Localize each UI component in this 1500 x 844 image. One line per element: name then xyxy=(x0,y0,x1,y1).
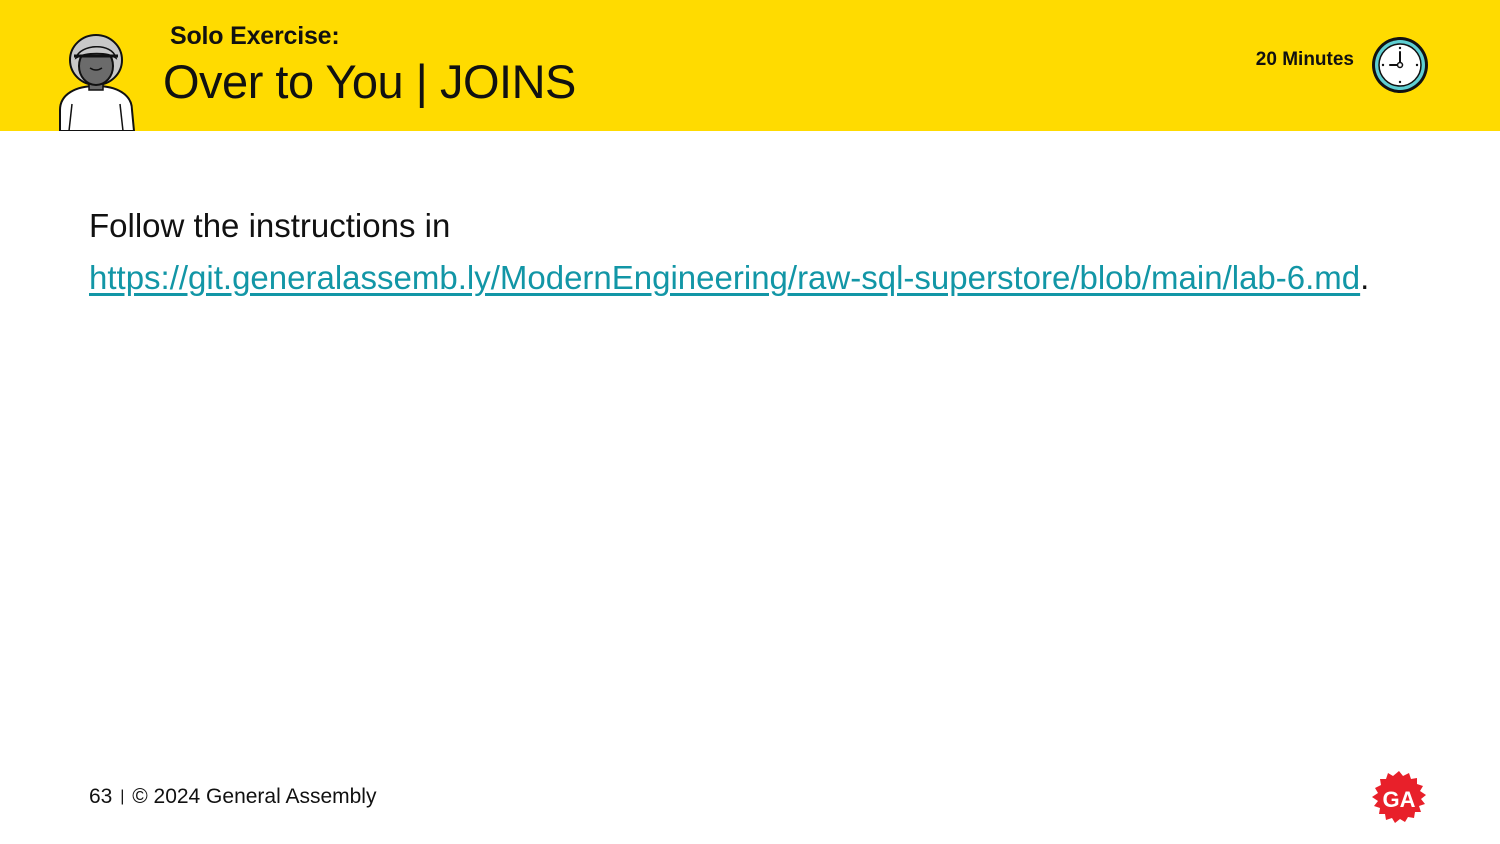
instructions-intro: Follow the instructions in xyxy=(89,207,451,244)
exercise-kicker: Solo Exercise: xyxy=(170,22,340,50)
instructions-paragraph: Follow the instructions in https://git.g… xyxy=(89,200,1414,304)
footer-separator: | xyxy=(120,788,125,805)
slide-header: Solo Exercise: Over to You | JOINS 20 Mi… xyxy=(0,0,1500,131)
lab-link[interactable]: https://git.generalassemb.ly/ModernEngin… xyxy=(89,259,1360,296)
page-number: 63 xyxy=(89,785,113,808)
person-avatar-icon xyxy=(59,34,136,131)
slide-footer: 63 | © 2024 General Assembly xyxy=(89,785,376,809)
page-title: Over to You | JOINS xyxy=(163,55,576,108)
clock-icon xyxy=(1372,37,1428,93)
ga-logo-text: GA xyxy=(1383,787,1416,812)
instructions-period: . xyxy=(1360,259,1370,296)
copyright-text: © 2024 General Assembly xyxy=(132,785,377,808)
duration-label: 20 Minutes xyxy=(1255,49,1354,70)
ga-logo-icon: GA xyxy=(1372,771,1426,823)
